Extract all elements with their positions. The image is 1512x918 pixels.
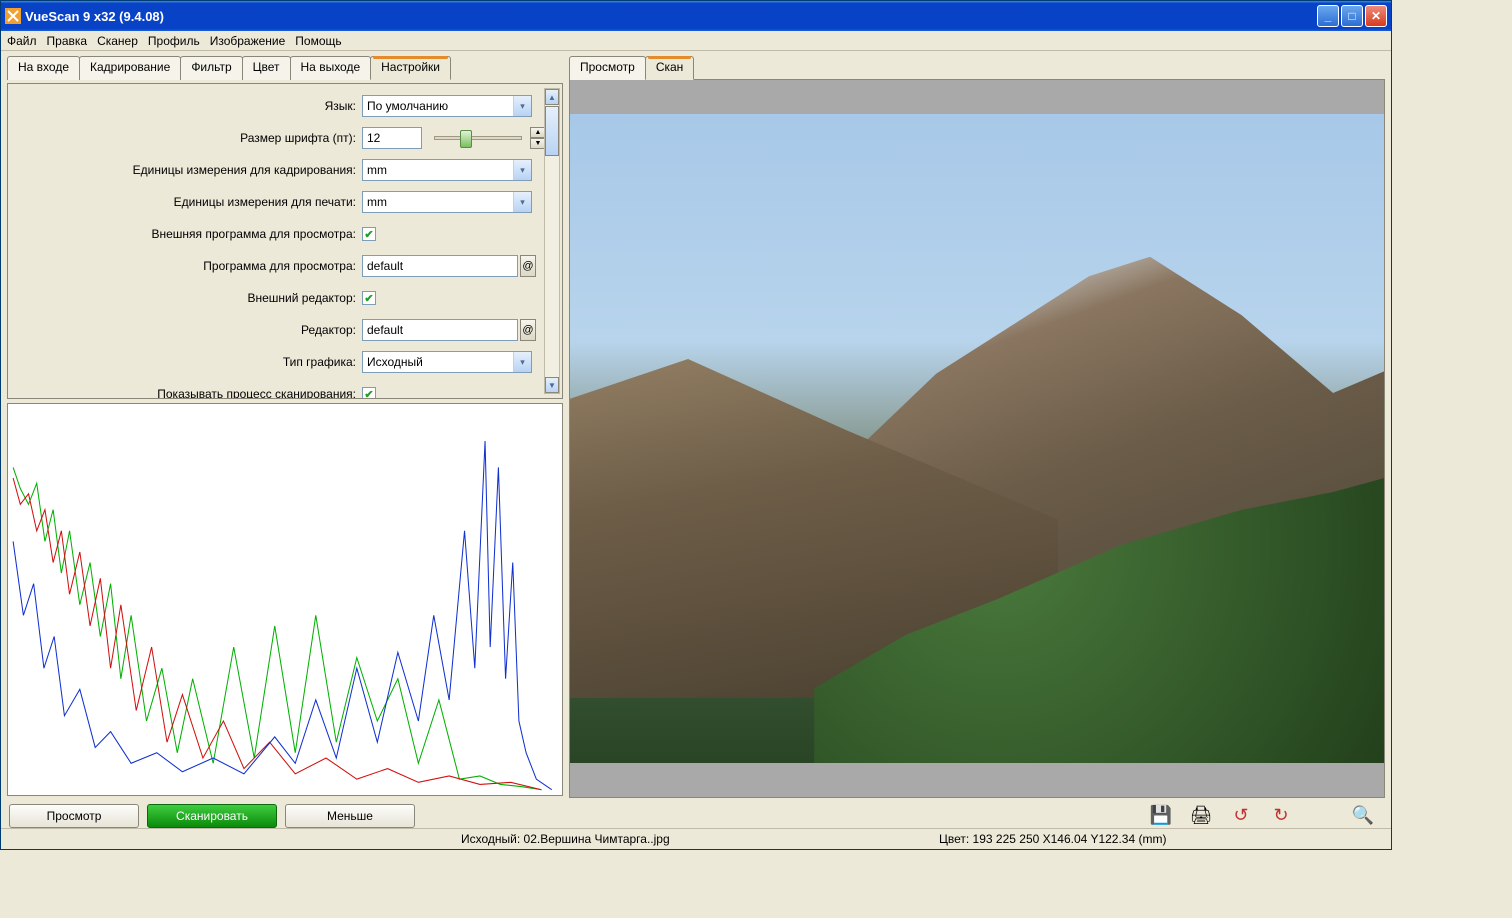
window-title: VueScan 9 x32 (9.4.08)	[25, 9, 1317, 24]
scroll-down-button[interactable]: ▼	[545, 377, 559, 393]
show-progress-checkbox[interactable]: ✔	[362, 387, 376, 399]
fontsize-label: Размер шрифта (пт):	[14, 131, 362, 145]
fontsize-input[interactable]	[362, 127, 422, 149]
language-select[interactable]: По умолчанию	[362, 95, 532, 117]
rotate-right-icon[interactable]: ↻	[1267, 803, 1295, 827]
scanned-image[interactable]	[570, 114, 1384, 763]
ext-editor-label: Внешний редактор:	[14, 291, 362, 305]
print-units-label: Единицы измерения для печати:	[14, 195, 362, 209]
show-progress-label: Показывать процесс сканирования:	[14, 387, 362, 399]
ext-viewer-checkbox[interactable]: ✔	[362, 227, 376, 241]
editor-browse-button[interactable]: @	[520, 319, 536, 341]
histogram-chart	[8, 404, 562, 795]
menu-file[interactable]: Файл	[7, 34, 37, 48]
scrollbar[interactable]: ▲ ▼	[544, 88, 560, 394]
menu-edit[interactable]: Правка	[47, 34, 88, 48]
graph-type-label: Тип графика:	[14, 355, 362, 369]
tab-scan[interactable]: Скан	[645, 56, 694, 80]
less-button[interactable]: Меньше	[285, 804, 415, 828]
scroll-up-button[interactable]: ▲	[545, 89, 559, 105]
titlebar: VueScan 9 x32 (9.4.08) _ □ ✕	[1, 1, 1391, 31]
app-icon	[5, 8, 21, 24]
menu-scanner[interactable]: Сканер	[97, 34, 138, 48]
close-button[interactable]: ✕	[1365, 5, 1387, 27]
ext-editor-checkbox[interactable]: ✔	[362, 291, 376, 305]
graph-type-select[interactable]: Исходный	[362, 351, 532, 373]
right-tabs: Просмотр Скан	[569, 55, 1385, 79]
status-file: Исходный: 02.Вершина Чимтарга..jpg	[451, 832, 931, 846]
editor-label: Редактор:	[14, 323, 362, 337]
viewer-input[interactable]	[362, 255, 518, 277]
menu-help[interactable]: Помощь	[295, 34, 341, 48]
tab-preview[interactable]: Просмотр	[569, 56, 646, 80]
editor-input[interactable]	[362, 319, 518, 341]
language-label: Язык:	[14, 99, 362, 113]
scroll-thumb[interactable]	[545, 106, 559, 156]
tab-settings[interactable]: Настройки	[370, 56, 451, 80]
crop-units-select[interactable]: mm	[362, 159, 532, 181]
action-buttons: Просмотр Сканировать Меньше	[7, 800, 563, 828]
crop-units-label: Единицы измерения для кадрирования:	[14, 163, 362, 177]
print-icon[interactable]: 🖨	[1187, 803, 1215, 827]
menu-image[interactable]: Изображение	[210, 34, 286, 48]
left-tabs: На входе Кадрирование Фильтр Цвет На вых…	[7, 55, 563, 79]
ext-viewer-label: Внешняя программа для просмотра:	[14, 227, 362, 241]
rotate-left-icon[interactable]: ↺	[1227, 803, 1255, 827]
zoom-icon[interactable]: 🔍	[1349, 803, 1377, 827]
scan-button[interactable]: Сканировать	[147, 804, 277, 828]
tab-filter[interactable]: Фильтр	[180, 56, 242, 80]
histogram-panel	[7, 403, 563, 796]
menu-profile[interactable]: Профиль	[148, 34, 200, 48]
image-toolbar: 💾 🖨 ↺ ↻ 🔍	[569, 798, 1385, 828]
tab-input[interactable]: На входе	[7, 56, 80, 80]
tab-output[interactable]: На выходе	[290, 56, 372, 80]
minimize-button[interactable]: _	[1317, 5, 1339, 27]
fontsize-slider[interactable]	[434, 136, 522, 140]
status-info: Цвет: 193 225 250 X146.04 Y122.34 (mm)	[931, 832, 1391, 846]
viewer-label: Программа для просмотра:	[14, 259, 362, 273]
statusbar: Исходный: 02.Вершина Чимтарга..jpg Цвет:…	[1, 828, 1391, 848]
tab-crop[interactable]: Кадрирование	[79, 56, 181, 80]
maximize-button[interactable]: □	[1341, 5, 1363, 27]
settings-panel: ▲ ▼ Язык: По умолчанию Размер шрифта (пт…	[7, 83, 563, 399]
preview-button[interactable]: Просмотр	[9, 804, 139, 828]
save-icon[interactable]: 💾	[1147, 803, 1175, 827]
menubar: Файл Правка Сканер Профиль Изображение П…	[1, 31, 1391, 51]
preview-panel	[569, 79, 1385, 798]
print-units-select[interactable]: mm	[362, 191, 532, 213]
tab-color[interactable]: Цвет	[242, 56, 291, 80]
viewer-browse-button[interactable]: @	[520, 255, 536, 277]
